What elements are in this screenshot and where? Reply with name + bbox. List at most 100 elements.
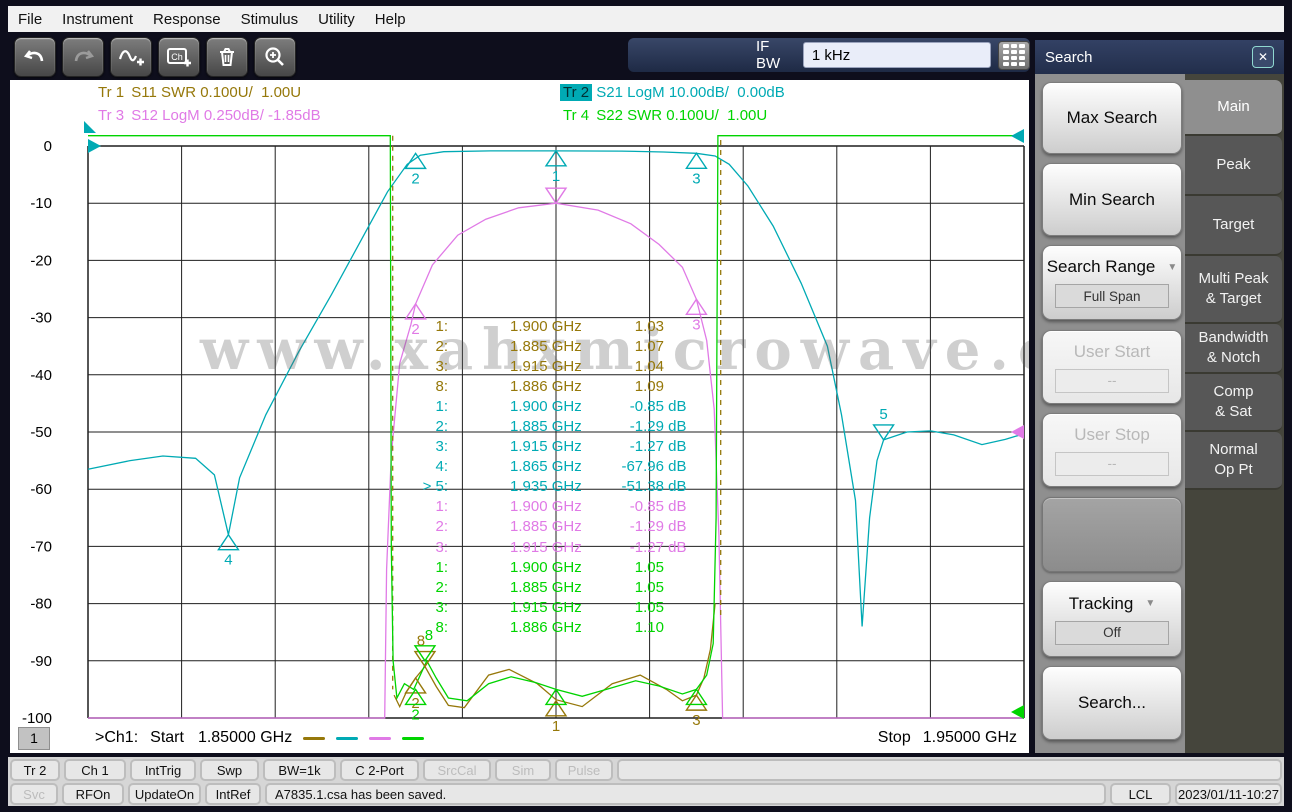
- trace-legend-tr-2: Tr 2 S21 LogM 10.00dB/ 0.00dB: [560, 84, 785, 101]
- close-icon[interactable]: ✕: [1252, 46, 1274, 68]
- search-panel-header: Search ✕: [1035, 40, 1284, 74]
- start-value: 1.85000 GHz: [197, 729, 293, 746]
- stop-label: Stop: [877, 729, 911, 746]
- marker-value: 1.10: [634, 618, 664, 636]
- user-stop-button[interactable]: User Stop --: [1042, 413, 1182, 487]
- status-row-2: Svc RFOn UpdateOn IntRef A7835.1.csa has bee…: [10, 783, 1282, 805]
- tracking-button[interactable]: Tracking ▼ Off: [1042, 581, 1182, 657]
- trace-id[interactable]: Tr 3: [95, 107, 127, 124]
- marker-frequency: 1.865 GHz: [510, 458, 582, 476]
- keypad-icon[interactable]: [997, 40, 1030, 70]
- marker-number: 1:: [435, 317, 448, 335]
- tab-main[interactable]: Main: [1185, 80, 1282, 136]
- tab-comp-sat[interactable]: Comp & Sat: [1185, 374, 1282, 432]
- trace-id[interactable]: Tr 2: [560, 84, 593, 101]
- menu-item-instrument[interactable]: Instrument: [52, 11, 143, 28]
- menu-bar: File Instrument Response Stimulus Utility Hel…: [8, 6, 1284, 32]
- chevron-down-icon: ▼: [1167, 261, 1178, 273]
- menu-item-response[interactable]: Response: [143, 11, 231, 28]
- status-bar: Tr 2 Ch 1 IntTrig Swp BW=1k C 2-Port SrcCal Sim…: [8, 757, 1284, 806]
- marker-unit: dB: [664, 498, 687, 516]
- redo-button[interactable]: [62, 37, 104, 77]
- menu-item-file[interactable]: File: [8, 11, 52, 28]
- status-item-sim[interactable]: Sim: [495, 759, 551, 781]
- status-item-srccal[interactable]: SrcCal: [423, 759, 491, 781]
- trace-format: S21 LogM 10.00dB/ 0.00dB: [592, 84, 785, 101]
- marker-label-tr2-3: 3: [692, 170, 700, 187]
- trace-color-dash-tr2: [336, 736, 359, 740]
- delete-button[interactable]: [206, 37, 248, 77]
- marker-readout-table: 1: 1.900 GHz 1.03 2: 1.885 GHz 1.07 3: 1.915 GH…: [418, 316, 690, 638]
- marker-frequency: 1.900 GHz: [510, 558, 582, 576]
- marker-label-tr3-3: 3: [692, 316, 700, 333]
- y-axis-tick: -90: [30, 653, 52, 670]
- y-axis-tick: -60: [30, 481, 52, 498]
- marker-readout-row: 3: 1.915 GHz 1.04: [418, 356, 690, 376]
- marker-number: 1:: [435, 397, 448, 415]
- search-dialog-button[interactable]: Search...: [1042, 666, 1182, 740]
- trace-color-key: [292, 736, 425, 740]
- user-start-value: --: [1055, 368, 1169, 393]
- status-item-svc[interactable]: Svc: [10, 783, 58, 805]
- trace-id[interactable]: Tr 4: [560, 107, 592, 124]
- marker-frequency: 1.900 GHz: [510, 397, 582, 415]
- vna-application-window: File Instrument Response Stimulus Utility Hel…: [0, 0, 1292, 812]
- tab-peak[interactable]: Peak: [1185, 136, 1282, 196]
- status-item-intref[interactable]: IntRef: [205, 783, 261, 805]
- marker-readout-row: 8: 1.886 GHz 1.09: [418, 376, 690, 396]
- marker-readout-row: 3: 1.915 GHz -1.27 dB: [418, 537, 690, 557]
- status-item-bw-1k[interactable]: BW=1k: [263, 759, 336, 781]
- marker-unit: dB: [664, 538, 687, 556]
- tab-bandwidth-notch[interactable]: Bandwidth & Notch: [1185, 324, 1282, 374]
- status-item-tr-2[interactable]: Tr 2: [10, 759, 60, 781]
- marker-frequency: 1.915 GHz: [510, 438, 582, 456]
- min-search-button[interactable]: Min Search: [1042, 163, 1182, 236]
- tab-target[interactable]: Target: [1185, 196, 1282, 256]
- reference-position-arrow-tr2: [1011, 129, 1024, 143]
- marker-frequency: 1.935 GHz: [510, 478, 582, 496]
- search-range-button[interactable]: Search Range ▼ Full Span: [1042, 245, 1182, 320]
- marker-readout-row: 4: 1.865 GHz -67.96 dB: [418, 457, 690, 477]
- status-item-swp[interactable]: Swp: [200, 759, 259, 781]
- marker-value: 1.03: [634, 317, 664, 335]
- undo-button[interactable]: [14, 37, 56, 77]
- menu-item-help[interactable]: Help: [365, 11, 416, 28]
- status-item-pulse[interactable]: Pulse: [555, 759, 613, 781]
- menu-item-utility[interactable]: Utility: [308, 11, 365, 28]
- y-axis-tick: -10: [30, 195, 52, 212]
- blank-softkey: [1042, 497, 1182, 572]
- marker-frequency: 1.915 GHz: [510, 598, 582, 616]
- search-panel-body: Max Search Min Search Search Range ▼ Full…: [1035, 74, 1284, 753]
- menu-item-stimulus[interactable]: Stimulus: [231, 11, 309, 28]
- if-bw-input[interactable]: [802, 42, 991, 68]
- y-axis-tick: -100: [22, 710, 52, 727]
- if-bw-label: IF BW: [756, 38, 781, 72]
- marker-frequency: 1.915 GHz: [510, 357, 582, 375]
- marker-readout-row: 2: 1.885 GHz 1.07: [418, 336, 690, 356]
- status-item-ch-1[interactable]: Ch 1: [64, 759, 126, 781]
- redo-icon: [74, 50, 95, 62]
- add-channel-button[interactable]: Ch: [158, 37, 200, 77]
- undo-icon: [23, 50, 44, 62]
- status-item-rfon[interactable]: RFOn: [62, 783, 124, 805]
- status-item-c-2-port[interactable]: C 2-Port: [340, 759, 419, 781]
- max-search-button[interactable]: Max Search: [1042, 82, 1182, 154]
- zoom-button[interactable]: [254, 37, 296, 77]
- marker-number: 2:: [435, 418, 448, 436]
- marker-readout-row: 3: 1.915 GHz 1.05: [418, 597, 690, 617]
- marker-unit: dB: [664, 478, 687, 496]
- add-trace-button[interactable]: [110, 37, 152, 77]
- status-item-inttrig[interactable]: IntTrig: [130, 759, 196, 781]
- user-start-button[interactable]: User Start --: [1042, 330, 1182, 404]
- marker-number: 2:: [435, 578, 448, 596]
- tab-normal-op-pt[interactable]: Normal Op Pt: [1185, 432, 1282, 490]
- marker-unit: dB: [664, 418, 687, 436]
- tab-multi-peak-target[interactable]: Multi Peak & Target: [1185, 256, 1282, 324]
- marker-number: 3:: [435, 598, 448, 616]
- trace-id[interactable]: Tr 1: [95, 84, 127, 101]
- softkey-tab-column: Main Peak Target Multi Peak & Target Bandwid…: [1185, 74, 1284, 753]
- marker-unit: dB: [664, 397, 687, 415]
- marker-value: 1.07: [634, 337, 664, 355]
- trash-icon: [220, 48, 234, 66]
- status-item-updateon[interactable]: UpdateOn: [128, 783, 201, 805]
